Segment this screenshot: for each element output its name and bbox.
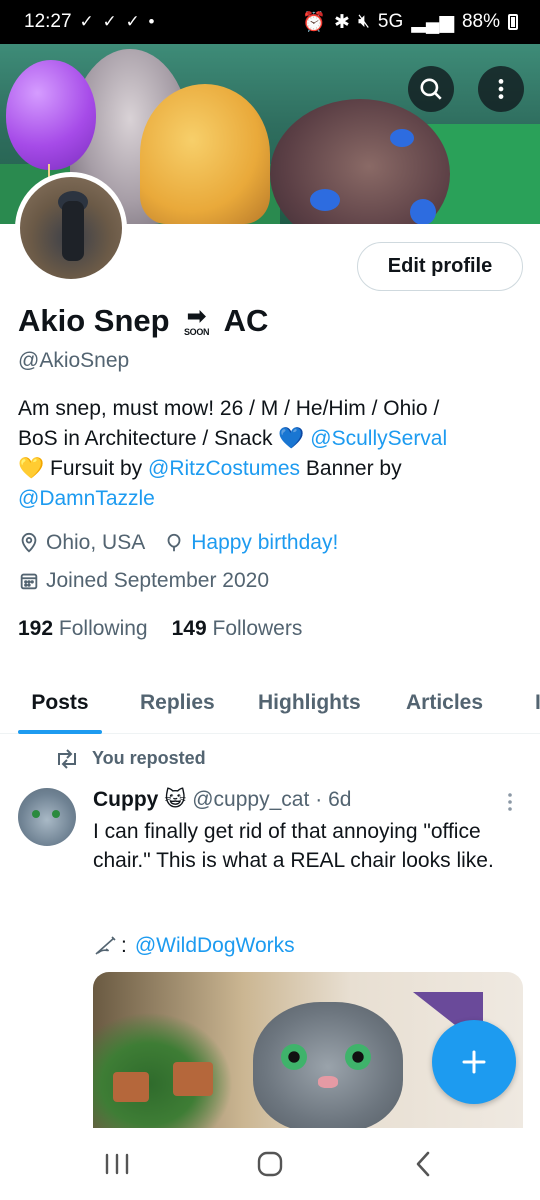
profile-location: Ohio, USA <box>46 531 146 554</box>
location-pin-icon <box>21 532 37 553</box>
more-vertical-icon <box>498 79 504 99</box>
edit-profile-button[interactable]: Edit profile <box>357 242 523 291</box>
image-pot <box>113 1072 149 1102</box>
tab-partial[interactable]: I <box>535 672 540 734</box>
plus-icon <box>462 1050 486 1074</box>
calendar-icon <box>20 573 38 590</box>
image-cat-nose <box>318 1076 338 1088</box>
system-navigation-bar <box>0 1128 540 1200</box>
post-header: Cuppy 😺 @cuppy_cat · 6d <box>93 787 351 812</box>
needle-thread-icon <box>95 936 116 955</box>
soon-label: SOON <box>183 326 210 337</box>
repost-indicator: You reposted <box>54 748 206 769</box>
image-pot <box>173 1062 213 1096</box>
wilddogworks-link[interactable]: @WildDogWorks <box>135 934 295 958</box>
repost-label: You reposted <box>92 748 206 768</box>
recent-apps-button[interactable] <box>87 1140 147 1188</box>
soon-arrow-icon: ➡ SOON <box>183 302 210 337</box>
blue-heart-icon: 💙 <box>278 427 305 450</box>
damntazzle-link[interactable]: @DamnTazzle <box>18 487 155 510</box>
profile-meta-row: Ohio, USA Happy birthday! <box>18 531 338 555</box>
more-options-button[interactable] <box>478 66 524 112</box>
followers-link[interactable]: 149 Followers <box>172 617 303 641</box>
post-more-button[interactable] <box>500 790 520 814</box>
yellow-heart-icon: 💛 <box>18 457 45 480</box>
post-author-avatar[interactable] <box>18 788 76 846</box>
status-bar: 12:27 ✓ ✓ ✓ • ⏰ ✱ 🔇︎ 5G ▂▄▆ 88% <box>0 0 540 44</box>
tab-highlights[interactable]: Highlights <box>258 672 361 734</box>
following-count: 192 <box>18 617 54 640</box>
network-label: 5G <box>377 11 404 32</box>
ritzcostumes-link[interactable]: @RitzCostumes <box>148 457 300 480</box>
tab-posts[interactable]: Posts <box>18 672 102 734</box>
banner-character-serval <box>140 84 270 224</box>
battery-label: 88% <box>461 11 500 32</box>
image-cat-eye <box>345 1044 371 1070</box>
joined-date: Joined September 2020 <box>46 569 269 592</box>
balloon-icon <box>167 533 181 552</box>
home-button[interactable] <box>240 1140 300 1188</box>
following-link[interactable]: 192 Following <box>18 617 148 641</box>
birthday-link[interactable]: Happy birthday! <box>191 531 338 555</box>
followers-count: 149 <box>171 617 207 640</box>
post-time: · 6d <box>315 787 352 811</box>
bio-line-3-prefix: Fursuit by <box>44 457 149 480</box>
search-icon <box>420 78 442 100</box>
bio-line-3-suffix: Banner by <box>300 457 402 480</box>
back-button[interactable] <box>393 1140 453 1188</box>
scullyserval-link[interactable]: @ScullyServal <box>310 427 447 450</box>
followers-label: Followers <box>212 617 303 640</box>
bluetooth-icon: ✱ <box>334 11 350 33</box>
profile-handle: @AkioSnep <box>18 349 130 372</box>
bio-line-1: Am snep, must mow! 26 / M / He/Him / Ohi… <box>18 397 440 420</box>
bio-line-2: BoS in Architecture / Snack <box>18 427 279 450</box>
birthday-balloon-icon <box>6 60 96 170</box>
more-vertical-icon <box>508 793 512 811</box>
profile-tabs: Posts Replies Highlights Articles I <box>0 672 540 734</box>
recent-apps-icon <box>105 1153 128 1175</box>
status-time: 12:27 <box>24 11 72 32</box>
post-author-name[interactable]: Cuppy <box>93 788 158 812</box>
tab-replies[interactable]: Replies <box>140 672 215 734</box>
image-cat-fursuit <box>253 1002 403 1132</box>
repost-icon <box>58 748 76 769</box>
home-icon <box>257 1151 283 1177</box>
display-name-start: Akio Snep <box>18 303 170 338</box>
banner-character-tail <box>270 99 450 224</box>
follow-counts: 192 Following 149 Followers <box>18 617 302 641</box>
image-cat-eye <box>281 1044 307 1070</box>
mute-icon: 🔇︎ <box>357 11 370 32</box>
post-text: I can finally get rid of that annoying "… <box>93 820 494 872</box>
search-button[interactable] <box>408 66 454 112</box>
profile-bio: Am snep, must mow! 26 / M / He/Him / Ohi… <box>18 394 523 514</box>
joined-row: Joined September 2020 <box>18 569 269 593</box>
display-name-end: AC <box>223 303 269 338</box>
alarm-icon: ⏰ <box>302 12 327 33</box>
tab-articles[interactable]: Articles <box>406 672 483 734</box>
cat-emoji-icon: 😺 <box>164 788 187 811</box>
post-credit: : @WildDogWorks <box>93 934 295 958</box>
avatar-figure <box>62 201 84 261</box>
battery-icon <box>508 14 518 30</box>
notification-icons: ✓ ✓ ✓ • <box>79 12 157 31</box>
following-label: Following <box>58 617 148 640</box>
compose-post-button[interactable] <box>432 1020 516 1104</box>
post-author-handle[interactable]: @cuppy_cat <box>192 788 309 812</box>
signal-icon: ▂▄▆ <box>411 11 454 33</box>
back-icon <box>417 1151 430 1177</box>
display-name: Akio Snep ➡ SOON AC <box>18 303 268 339</box>
profile-avatar[interactable] <box>15 172 127 284</box>
credit-colon: : <box>121 934 127 957</box>
